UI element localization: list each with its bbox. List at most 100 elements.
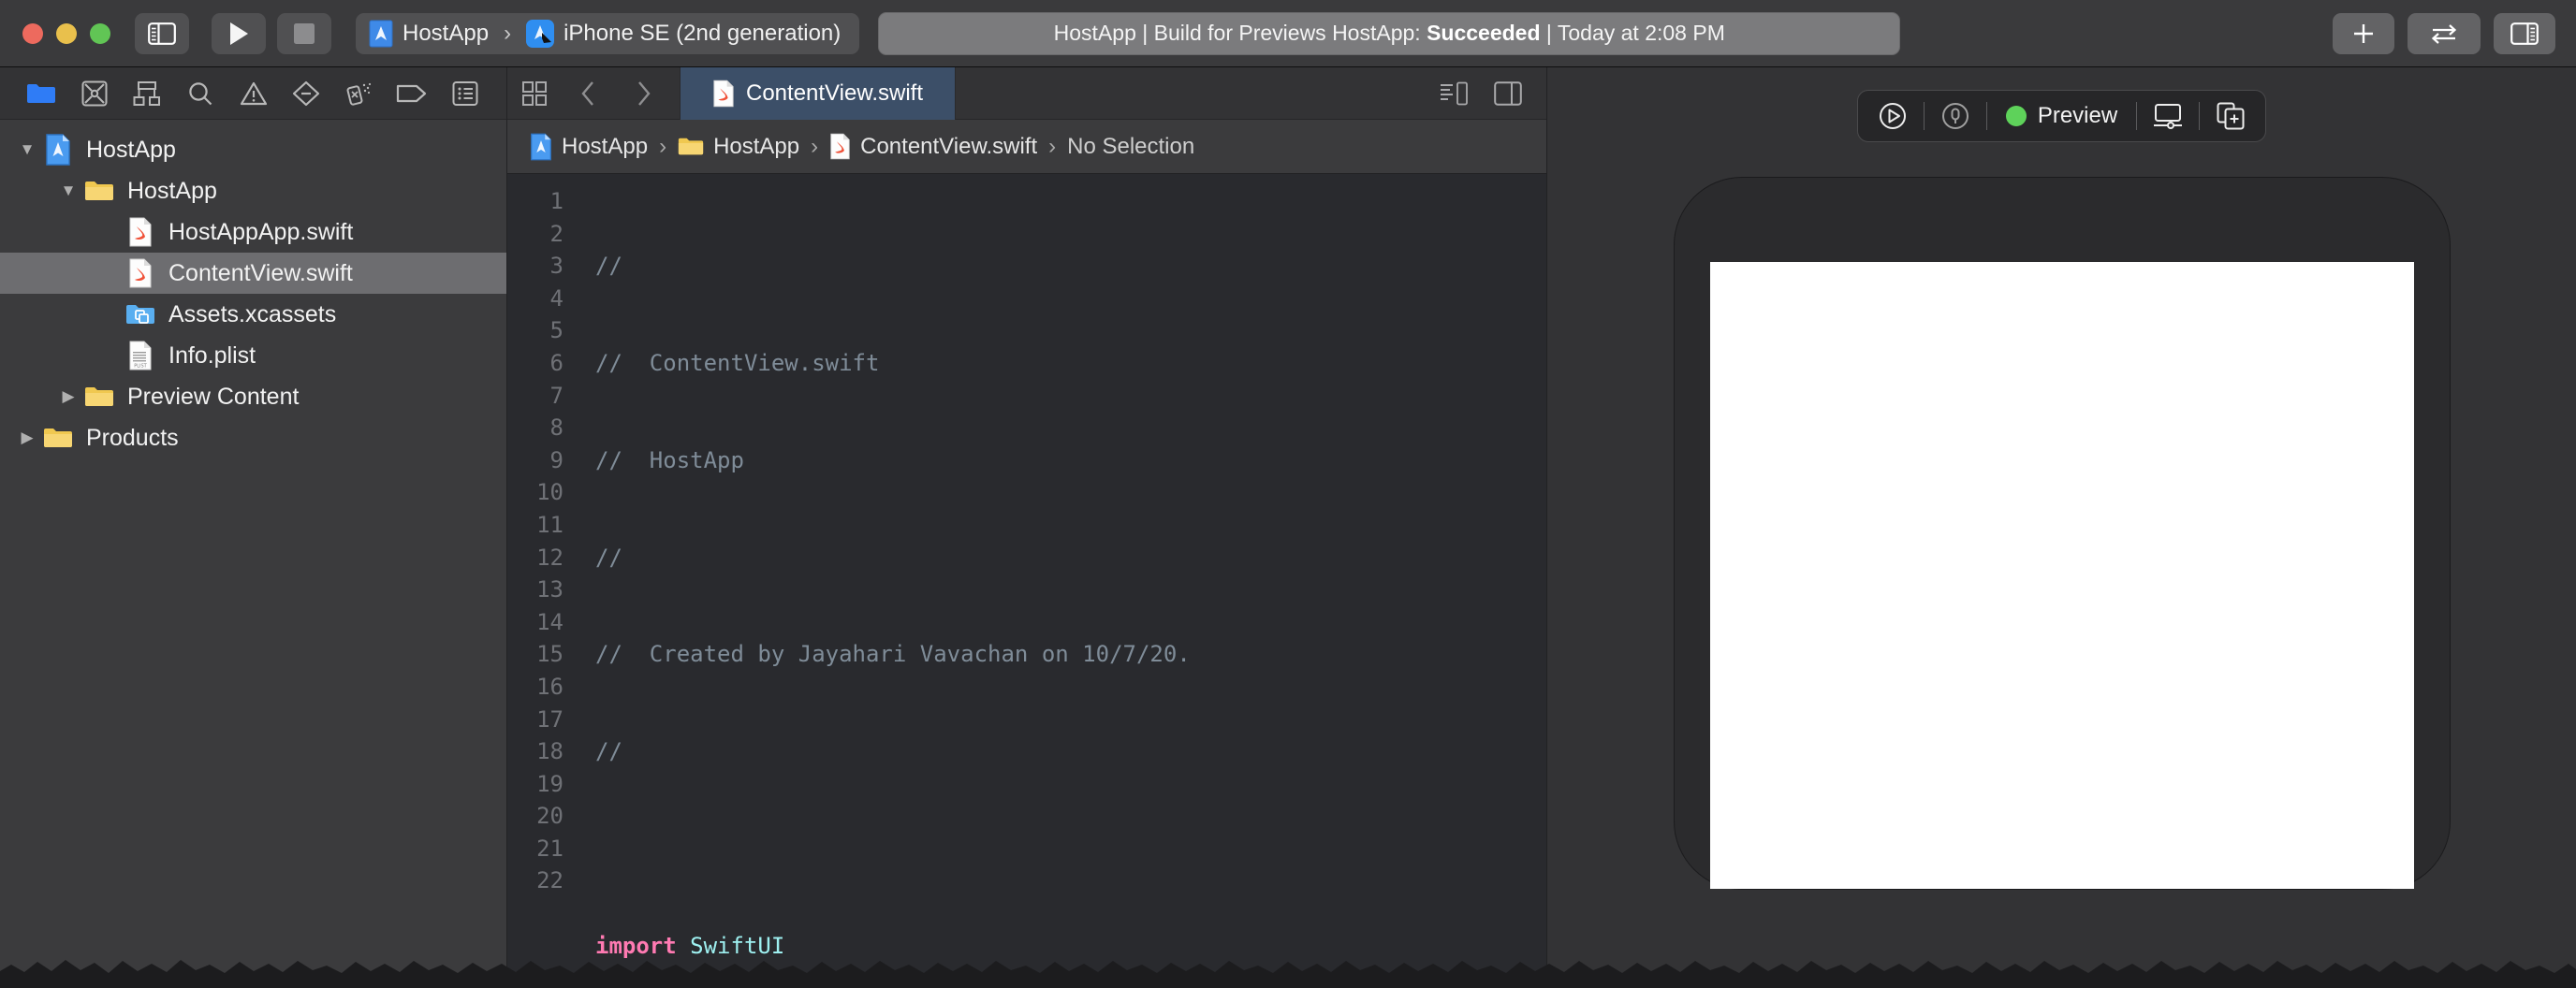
swift-file-icon [124, 217, 157, 247]
tag-icon [396, 82, 428, 105]
status-prefix: HostApp | Build for Previews HostApp: [1054, 21, 1427, 45]
tree-row-products[interactable]: ▶ Products [0, 417, 506, 458]
duplicate-preview-button[interactable] [2203, 95, 2258, 137]
divider [2136, 102, 2137, 130]
breadcrumb-item-file[interactable]: ContentView.swift [829, 133, 1037, 160]
sidebar-item-debug-navigator[interactable] [332, 75, 386, 112]
scheme-selector[interactable]: HostApp › iPhone SE (2nd generation) [356, 13, 859, 54]
code-token-keyword: import [595, 933, 677, 959]
zoom-window-button[interactable] [90, 23, 110, 44]
tree-row-label: HostAppApp.swift [168, 219, 353, 246]
breadcrumb-item-selection[interactable]: No Selection [1067, 134, 1194, 160]
disclosure-down-icon[interactable]: ▼ [13, 140, 41, 159]
preview-status[interactable]: Preview [1991, 103, 2132, 129]
tree-row-info-plist[interactable]: PLIST Info.plist [0, 335, 506, 376]
disclosure-down-icon[interactable]: ▼ [54, 182, 82, 200]
simulator-icon [526, 20, 554, 48]
editor-tab-contentview[interactable]: ContentView.swift [680, 67, 956, 120]
tree-row-hostapp-folder[interactable]: ▼ HostApp [0, 170, 506, 211]
tree-row-assets-xcassets[interactable]: Assets.xcassets [0, 294, 506, 335]
tree-row-hostapp-project[interactable]: ▼ HostApp [0, 129, 506, 170]
sidebar-item-test-navigator[interactable] [280, 75, 333, 112]
line-number: 3 [507, 250, 564, 283]
code-text[interactable]: // // ContentView.swift // HostApp // //… [577, 174, 1546, 988]
inspect-preview-button[interactable] [1928, 95, 1983, 137]
line-number: 7 [507, 380, 564, 413]
toggle-navigator-button[interactable] [135, 13, 189, 54]
line-number: 4 [507, 283, 564, 315]
related-items-button[interactable] [507, 67, 562, 120]
code-line: import SwiftUI [595, 930, 1546, 963]
line-number: 18 [507, 735, 564, 768]
minimap-icon [1440, 81, 1468, 106]
stop-button[interactable] [277, 13, 331, 54]
breadcrumb-item-folder[interactable]: HostApp [678, 134, 799, 160]
display-settings-icon [2153, 103, 2183, 129]
preview-device-screen[interactable] [1710, 262, 2414, 889]
swift-file-icon [829, 133, 851, 160]
sidebar-item-project-navigator[interactable] [15, 75, 68, 112]
divider [1986, 102, 1987, 130]
sidebar-item-report-navigator[interactable] [439, 75, 492, 112]
scheme-separator: › [504, 21, 511, 47]
device-settings-button[interactable] [2141, 95, 2195, 137]
editor-pane: ContentView.swift [507, 67, 1546, 988]
code-line: // ContentView.swift [595, 347, 1546, 380]
folder-yellow-icon [678, 136, 704, 157]
scheme-destination-label: iPhone SE (2nd generation) [564, 21, 841, 47]
warning-triangle-icon [240, 80, 268, 107]
sidebar-item-issue-navigator[interactable] [227, 75, 280, 112]
tree-row-hostappapp-swift[interactable]: HostAppApp.swift [0, 211, 506, 253]
duplicate-plus-icon [2217, 102, 2245, 130]
minimap-toggle-button[interactable] [1427, 67, 1481, 120]
tree-row-preview-content[interactable]: ▶ Preview Content [0, 376, 506, 417]
grid-squares-icon [522, 81, 547, 106]
activity-status-bar[interactable]: HostApp | Build for Previews HostApp: Su… [878, 12, 1900, 55]
close-window-button[interactable] [22, 23, 43, 44]
svg-text:PLIST: PLIST [134, 364, 147, 370]
disclosure-right-icon[interactable]: ▶ [13, 429, 41, 447]
plus-icon [2351, 22, 2376, 46]
xcode-project-icon [41, 134, 75, 166]
resume-preview-button[interactable] [1866, 95, 1920, 137]
line-number: 9 [507, 444, 564, 477]
navigate-back-button[interactable] [562, 67, 616, 120]
breadcrumb-separator: › [659, 134, 666, 160]
line-number: 5 [507, 314, 564, 347]
swift-file-icon [124, 258, 157, 288]
line-number: 2 [507, 218, 564, 251]
preview-device-frame[interactable] [1675, 178, 2450, 889]
arrows-exchange-icon [2428, 22, 2460, 46]
breadcrumb-item-project[interactable]: HostApp [530, 133, 648, 161]
line-number: 8 [507, 412, 564, 444]
play-circle-icon [1879, 102, 1907, 130]
toggle-inspector-button[interactable] [2494, 13, 2555, 54]
sidebar-item-breakpoint-navigator[interactable] [386, 75, 439, 112]
status-suffix: | Today at 2:08 PM [1541, 21, 1725, 45]
source-code-editor[interactable]: 1 2 3 4 5 6 7 8 9 10 11 12 13 14 15 16 1 [507, 174, 1546, 988]
add-button[interactable] [2333, 13, 2394, 54]
tree-row-label: Info.plist [168, 342, 256, 370]
code-token-module: SwiftUI [690, 933, 784, 959]
add-editor-button[interactable] [1481, 67, 1535, 120]
tree-row-label: HostApp [127, 178, 217, 205]
run-button[interactable] [212, 13, 266, 54]
tree-row-contentview-swift[interactable]: ContentView.swift [0, 253, 506, 294]
disclosure-right-icon[interactable]: ▶ [54, 387, 82, 406]
spray-icon [345, 80, 373, 108]
code-review-button[interactable] [2408, 13, 2481, 54]
minimize-window-button[interactable] [56, 23, 77, 44]
sidebar-item-source-control-navigator[interactable] [68, 75, 122, 112]
code-token-comment: // [595, 545, 622, 571]
chevron-left-icon [580, 80, 597, 107]
project-file-tree: ▼ HostApp ▼ HostApp [0, 120, 506, 988]
sidebar-item-find-navigator[interactable] [174, 75, 227, 112]
sidebar-item-symbol-navigator[interactable] [121, 75, 174, 112]
navigate-forward-button[interactable] [616, 67, 670, 120]
line-number: 20 [507, 800, 564, 833]
tree-row-label: Preview Content [127, 384, 299, 411]
line-number: 1 [507, 185, 564, 218]
breadcrumb-label: HostApp [713, 134, 799, 160]
editor-tab-bar: ContentView.swift [507, 67, 1546, 120]
main-toolbar: HostApp › iPhone SE (2nd generation) Hos… [0, 0, 2576, 67]
